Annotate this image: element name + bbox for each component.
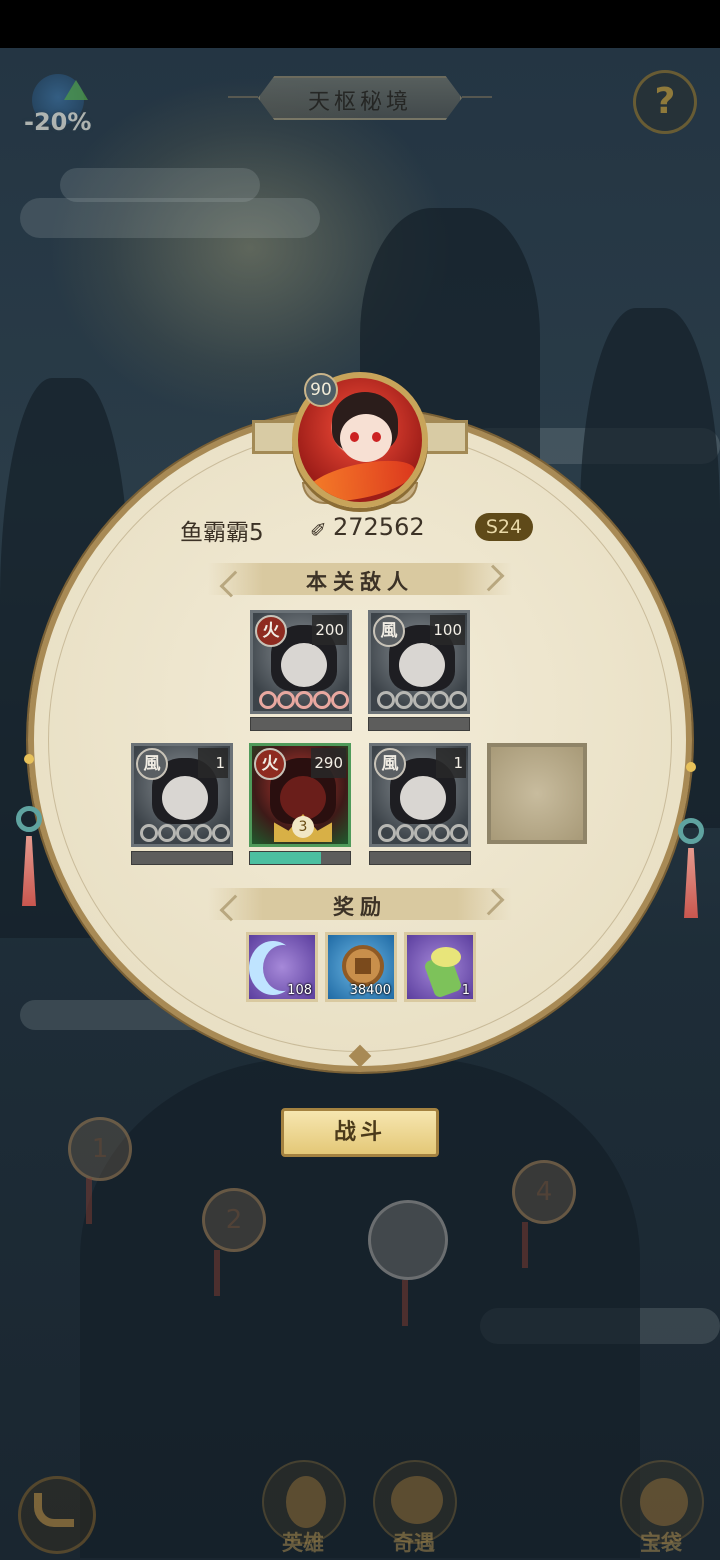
empty-enemy-slot (487, 743, 587, 844)
bag-icon (640, 1478, 688, 1526)
star-rating (140, 824, 230, 842)
buff-label: -20% (24, 108, 92, 136)
enemy-level: 200 (312, 615, 347, 645)
wind-element-icon: 風 (374, 748, 406, 780)
star-rating (377, 691, 467, 709)
stage-node-4[interactable]: 4 (512, 1160, 576, 1224)
title-ornament-left (228, 96, 258, 98)
player-name: 鱼霸霸5 (180, 520, 264, 546)
enemy-hp-bar (369, 851, 471, 865)
help-button[interactable]: ? (633, 70, 697, 134)
enemy-card-2[interactable]: 風 100 (368, 610, 470, 714)
enemy-level: 100 (430, 615, 465, 645)
status-bar (0, 0, 720, 48)
enemy-card-3[interactable]: 風 1 (131, 743, 233, 847)
player-power: 272562 (333, 513, 425, 541)
enemy-hp-bar (131, 851, 233, 865)
enemy-hp-bar (249, 851, 351, 865)
enemies-section-title: 本关敌人 (306, 569, 414, 594)
enemy-card-1[interactable]: 火 200 (250, 610, 352, 714)
enemy-level: 1 (436, 748, 466, 778)
page-title: 天枢秘境 (307, 90, 412, 115)
star-rating (259, 691, 349, 709)
server-badge: S24 (475, 513, 533, 541)
wind-element-icon: 風 (373, 615, 405, 647)
stage-node-1[interactable]: 1 (68, 1117, 132, 1181)
enemy-hp-bar (368, 717, 470, 731)
wind-element-icon: 風 (136, 748, 168, 780)
reward-count: 108 (287, 983, 312, 998)
reward-count: 1 (461, 983, 470, 998)
reward-item[interactable]: 108 (246, 932, 318, 1002)
title-ornament-right (462, 96, 492, 98)
reward-item[interactable]: 38400 (325, 932, 397, 1002)
enemy-level: 290 (311, 748, 346, 778)
back-arrow-icon (34, 1493, 74, 1527)
reward-count: 38400 (349, 983, 391, 998)
star-rating (378, 824, 468, 842)
cloud (20, 198, 320, 238)
reward-item[interactable]: 1 (404, 932, 476, 1002)
rewards-section-title: 奖励 (333, 894, 387, 919)
enemy-hp-bar (250, 717, 352, 731)
player-level-badge: 90 (304, 373, 338, 407)
fight-button[interactable]: 战斗 (281, 1108, 439, 1157)
hero-nav-label: 英雄 (282, 1531, 324, 1555)
buff-indicator[interactable]: -20% (18, 74, 94, 140)
enemy-card-4[interactable]: 火 290 3 (249, 743, 351, 847)
hero-icon (286, 1476, 326, 1528)
bag-nav-label: 宝袋 (640, 1531, 682, 1555)
rank-badge: 3 (292, 816, 314, 838)
fire-element-icon: 火 (255, 615, 287, 647)
arrow-up-icon (64, 80, 88, 100)
enemy-level: 1 (198, 748, 228, 778)
fire-element-icon: 火 (254, 748, 286, 780)
enemy-card-5[interactable]: 風 1 (369, 743, 471, 847)
sword-power-icon: ✐ (310, 518, 327, 542)
boss-stage-node[interactable] (368, 1200, 448, 1280)
crane-icon (391, 1476, 443, 1524)
encounter-nav-label: 奇遇 (393, 1531, 435, 1555)
stage-node-2[interactable]: 2 (202, 1188, 266, 1252)
cloud (60, 168, 260, 202)
